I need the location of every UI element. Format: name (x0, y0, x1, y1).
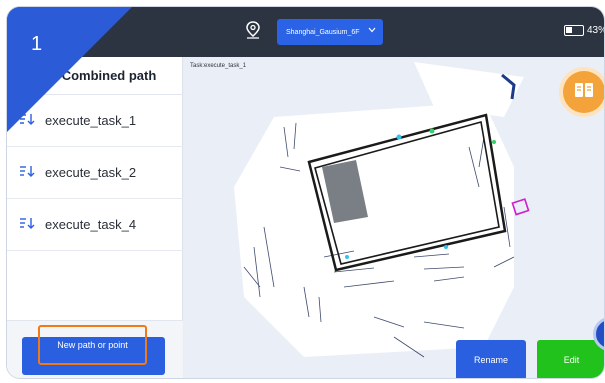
step-corner-badge (7, 7, 132, 132)
map-task-title: Task:execute_task_1 (190, 63, 247, 69)
new-path-button-label[interactable]: New path or point (38, 325, 147, 365)
battery-status: 43% (564, 25, 604, 36)
sort-down-icon (19, 216, 37, 234)
step-number: 1 (31, 33, 43, 55)
map-selector[interactable]: Shanghai_Gausium_6F (277, 19, 383, 45)
battery-icon (564, 25, 584, 36)
chevron-down-icon (368, 27, 376, 35)
target-marker (511, 198, 530, 216)
map-selector-value: Shanghai_Gausium_6F (286, 28, 360, 36)
rename-button[interactable]: Rename (456, 340, 526, 378)
book-icon (574, 82, 594, 103)
list-item-label: execute_task_4 (45, 217, 137, 232)
map-drawing (234, 62, 530, 358)
list-item[interactable]: execute_task_2 (7, 147, 183, 199)
sort-down-icon (19, 164, 37, 182)
battery-fill (566, 27, 572, 33)
list-item-label: execute_task_2 (45, 165, 137, 180)
map-scan-area (234, 62, 524, 357)
edit-button[interactable]: Edit (537, 340, 604, 378)
battery-percent: 43% (587, 25, 604, 36)
list-item[interactable]: execute_task_4 (7, 199, 183, 251)
manual-button[interactable] (563, 71, 604, 113)
map-pin-icon[interactable] (245, 21, 261, 44)
map-canvas[interactable]: Task:execute_task_1 (184, 57, 604, 378)
app-window: Shanghai_Gausium_6F 43% 1 Combined path (6, 6, 605, 379)
